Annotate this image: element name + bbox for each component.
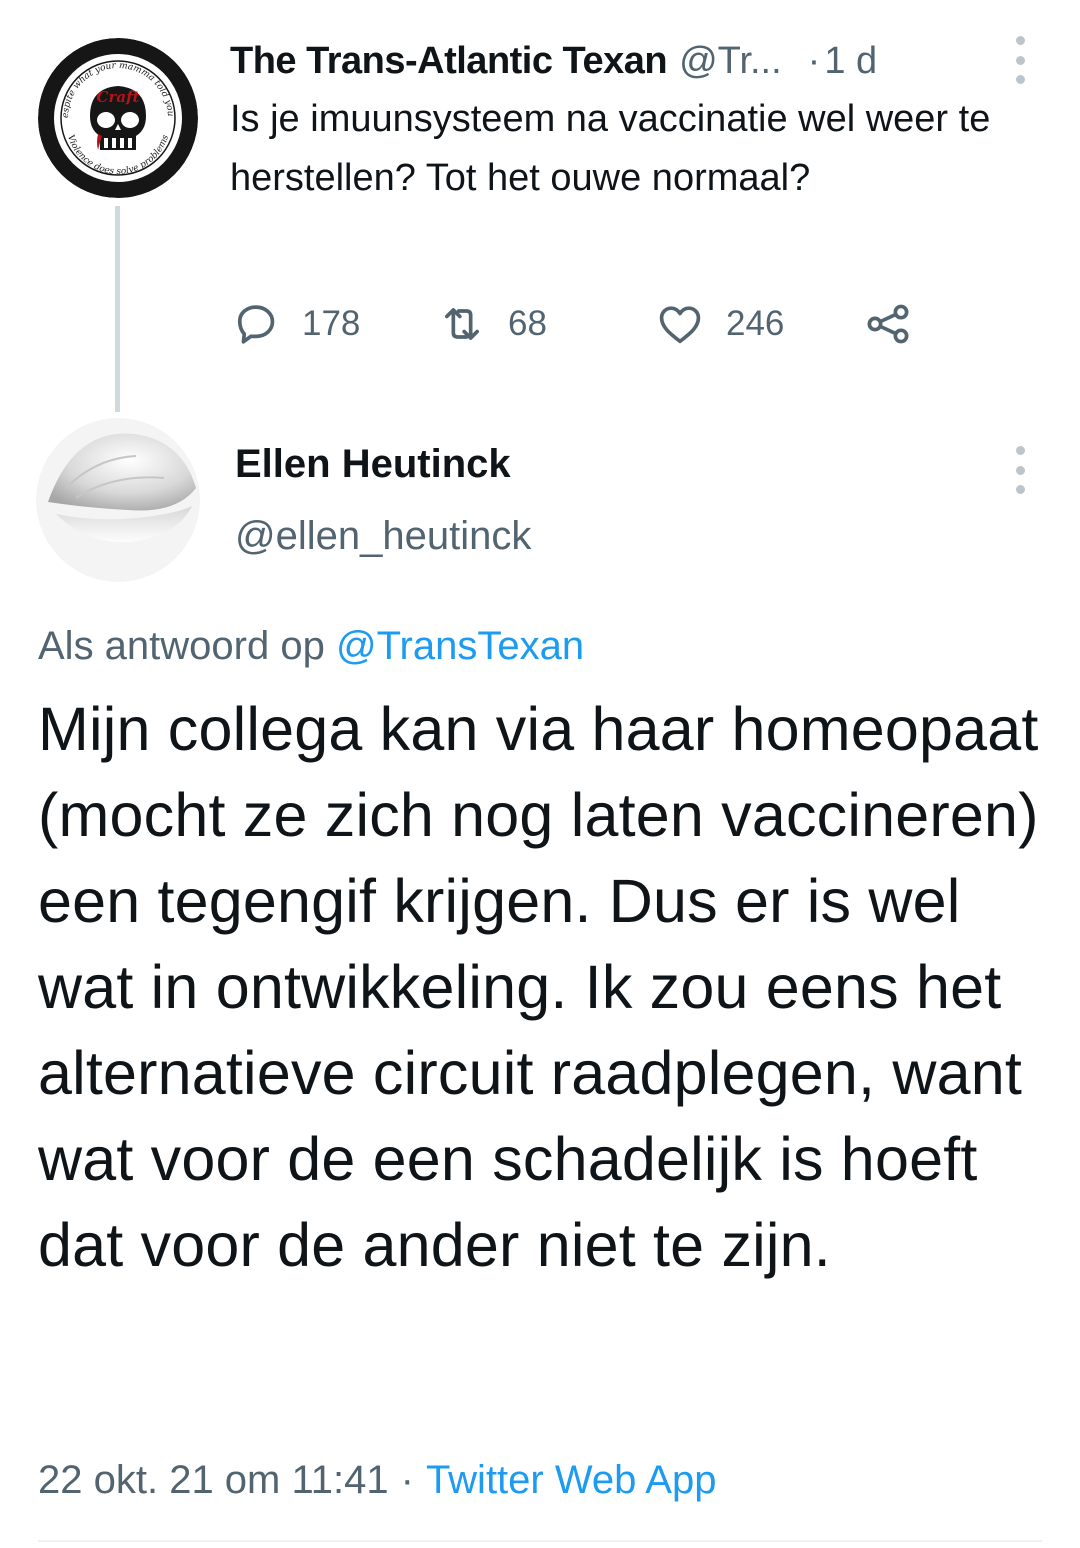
reply-button[interactable]: 178 — [230, 298, 360, 350]
tweet-metadata: 22 okt. 21 om 11:41 · Twitter Web App — [38, 1458, 716, 1503]
reply-avatar[interactable] — [36, 418, 200, 582]
more-icon[interactable] — [1013, 36, 1027, 84]
replying-to-link[interactable]: @TransTexan — [336, 624, 584, 668]
reply-display-name[interactable]: Ellen Heutinck — [235, 442, 511, 487]
tweet-source-link[interactable]: Twitter Web App — [426, 1458, 717, 1502]
replying-to-line: Als antwoord op @TransTexan — [38, 624, 584, 669]
reply-handle[interactable]: @ellen_heutinck — [235, 514, 531, 559]
meta-separator: · — [400, 1458, 414, 1502]
thread-line — [115, 206, 120, 412]
svg-text:Craft: Craft — [97, 88, 140, 106]
replying-prefix: Als antwoord op — [38, 624, 325, 668]
parent-display-name[interactable]: The Trans-Atlantic Texan — [230, 40, 668, 83]
more-icon[interactable] — [1013, 446, 1027, 494]
feather-avatar-image — [36, 418, 200, 582]
tweet-actions: 178 68 246 — [230, 298, 950, 350]
retweet-count: 68 — [508, 304, 547, 343]
reply-tweet-text: Mijn collega kan via haar homeopaat (moc… — [38, 695, 1039, 1279]
like-count: 246 — [726, 304, 785, 343]
craft-skull-logo: Despite what your mamma told you... Viol… — [38, 38, 198, 198]
reply-icon — [237, 305, 275, 344]
tweet-thread: Despite what your mamma told you... Viol… — [0, 0, 1080, 1548]
divider — [38, 1540, 1042, 1542]
tweet-timestamp[interactable]: 22 okt. 21 om 11:41 — [38, 1458, 389, 1502]
parent-time[interactable]: 1 d — [824, 40, 877, 83]
reply-count: 178 — [302, 304, 361, 343]
like-icon — [659, 306, 701, 344]
parent-tweet[interactable]: Despite what your mamma told you... Viol… — [0, 0, 1080, 412]
header-separator: · — [807, 39, 821, 82]
parent-handle[interactable]: @Tr... — [679, 40, 782, 83]
parent-tweet-header: The Trans-Atlantic Texan @Tr... · 1 d — [230, 36, 1030, 86]
parent-avatar[interactable]: Despite what your mamma told you... Viol… — [38, 38, 198, 198]
parent-tweet-text: Is je imuunsysteem na vaccinatie wel wee… — [230, 98, 991, 199]
retweet-icon — [444, 308, 480, 340]
retweet-button[interactable]: 68 — [436, 298, 547, 350]
share-icon — [867, 304, 909, 344]
share-button[interactable] — [862, 298, 914, 350]
like-button[interactable]: 246 — [654, 298, 784, 350]
